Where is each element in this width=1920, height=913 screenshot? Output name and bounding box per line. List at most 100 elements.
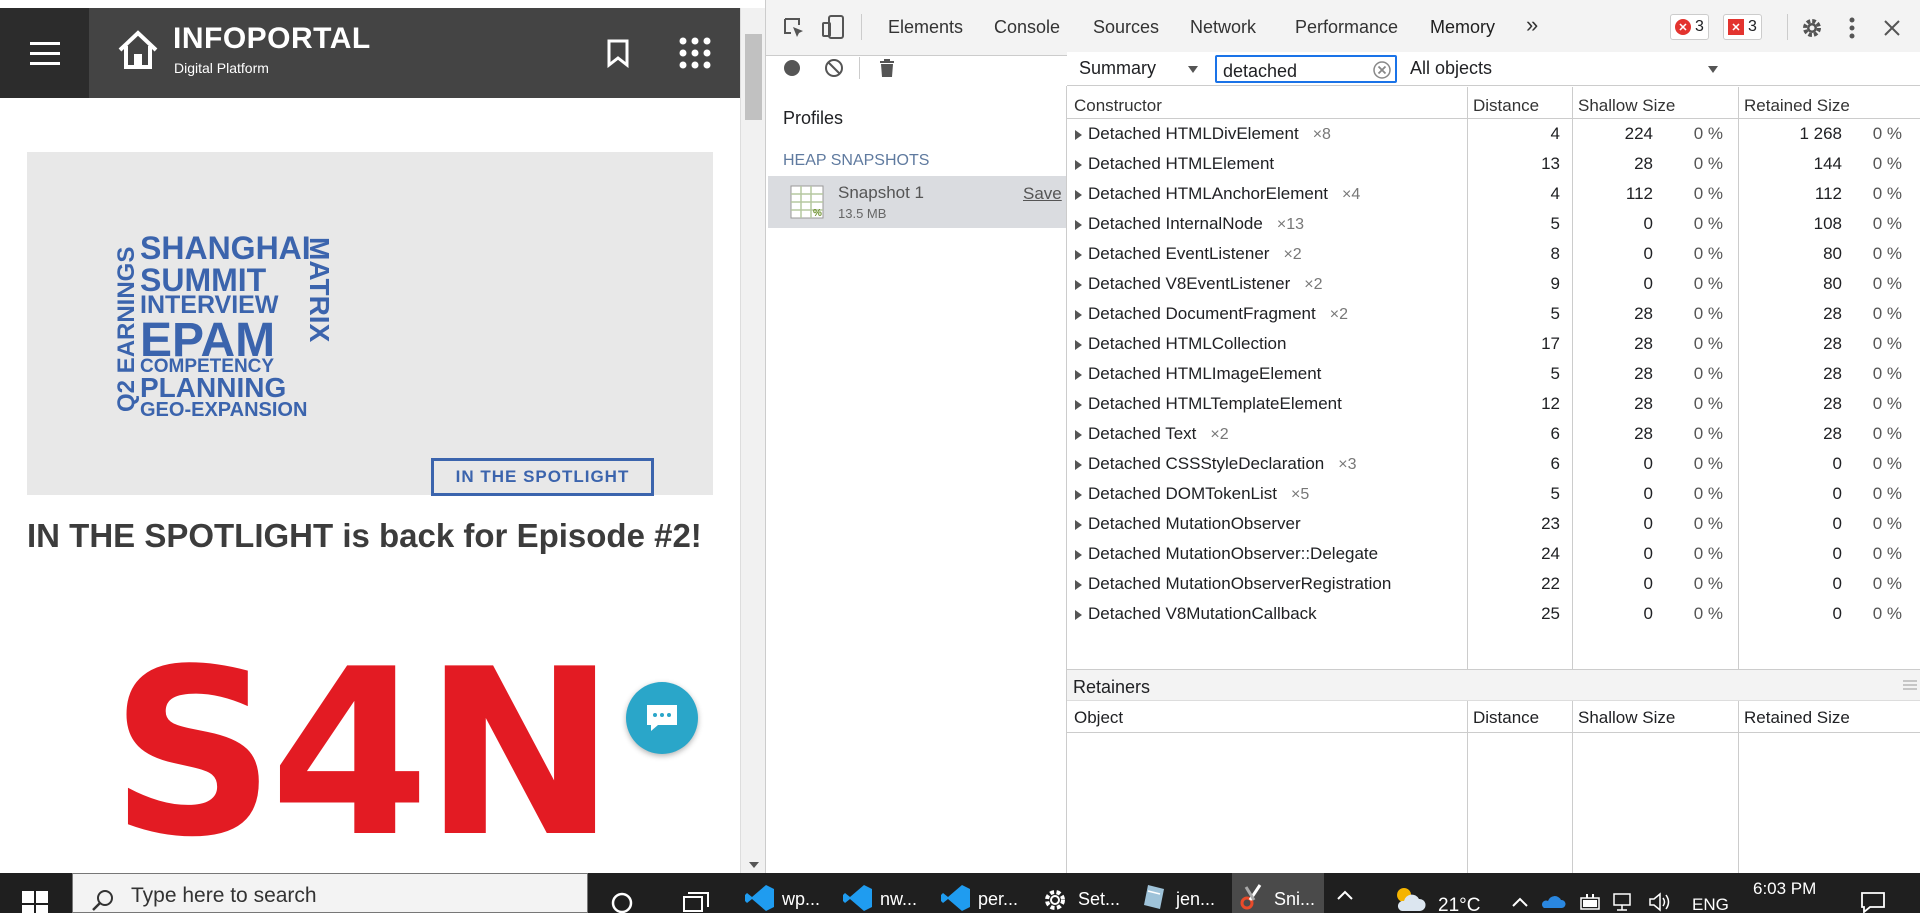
table-row[interactable]: Detached InternalNode ×13 5 0 0 % 108 0 %	[1067, 209, 1920, 239]
col-shallow-size[interactable]: Shallow Size	[1578, 96, 1675, 116]
tab-network[interactable]: Network	[1190, 17, 1256, 38]
taskbar-app-vscode[interactable]: nw...	[838, 873, 930, 913]
close-devtools-icon[interactable]	[1882, 18, 1902, 38]
view-select[interactable]: Summary	[1079, 58, 1156, 79]
expand-triangle-icon[interactable]	[1075, 550, 1082, 560]
expand-triangle-icon[interactable]	[1075, 610, 1082, 620]
scroll-down-arrow-icon[interactable]	[748, 861, 760, 869]
settings-gear-icon[interactable]	[1800, 16, 1824, 40]
tab-performance[interactable]: Performance	[1295, 17, 1398, 38]
expand-triangle-icon[interactable]	[1075, 280, 1082, 290]
error-badge[interactable]: ✕ 3	[1670, 14, 1709, 40]
record-icon[interactable]	[783, 59, 801, 77]
battery-icon[interactable]	[1580, 893, 1602, 911]
save-snapshot-link[interactable]: Save	[1023, 184, 1062, 204]
col-retained-size[interactable]: Retained Size	[1744, 96, 1850, 116]
expand-triangle-icon[interactable]	[1075, 190, 1082, 200]
input-language[interactable]: ENG	[1692, 895, 1729, 913]
col-constructor[interactable]: Constructor	[1074, 96, 1162, 116]
class-filter-input[interactable]: detached	[1215, 55, 1397, 83]
clear-filter-icon[interactable]	[1373, 61, 1391, 79]
tab-memory[interactable]: Memory	[1430, 17, 1495, 38]
table-row[interactable]: Detached EventListener ×2 8 0 0 % 80 0 %	[1067, 239, 1920, 269]
chat-button[interactable]	[626, 682, 698, 754]
expand-triangle-icon[interactable]	[1075, 130, 1082, 140]
task-view-icon[interactable]	[682, 891, 710, 913]
table-row[interactable]: Detached HTMLCollection 17 28 0 % 28 0 %	[1067, 329, 1920, 359]
tab-sources[interactable]: Sources	[1093, 17, 1159, 38]
snapshot-item[interactable]: % Snapshot 1 13.5 MB Save	[768, 176, 1066, 228]
tab-console[interactable]: Console	[994, 17, 1060, 38]
expand-triangle-icon[interactable]	[1075, 340, 1082, 350]
taskbar-app-snipping[interactable]: Sni...	[1232, 873, 1324, 913]
expand-triangle-icon[interactable]	[1075, 490, 1082, 500]
chevron-down-icon[interactable]	[1187, 65, 1199, 74]
col-shallow-size[interactable]: Shallow Size	[1578, 708, 1675, 728]
table-row[interactable]: Detached HTMLImageElement 5 28 0 % 28 0 %	[1067, 359, 1920, 389]
weather-temperature[interactable]: 21°C	[1438, 895, 1480, 913]
table-row[interactable]: Detached V8MutationCallback 25 0 0 % 0 0 %	[1067, 599, 1920, 629]
expand-triangle-icon[interactable]	[1075, 430, 1082, 440]
chevron-down-icon[interactable]	[1707, 65, 1719, 74]
device-toolbar-icon[interactable]	[820, 14, 846, 40]
taskbar-search-box[interactable]: Type here to search	[72, 873, 588, 913]
taskbar-app-vscode[interactable]: wp...	[740, 873, 832, 913]
expand-triangle-icon[interactable]	[1075, 250, 1082, 260]
show-hidden-icons-icon[interactable]	[1512, 897, 1528, 907]
onedrive-cloud-icon[interactable]	[1540, 893, 1566, 909]
bookmark-icon[interactable]	[606, 38, 630, 68]
expand-triangle-icon[interactable]	[1075, 400, 1082, 410]
table-row[interactable]: Detached Text ×2 6 28 0 % 28 0 %	[1067, 419, 1920, 449]
table-row[interactable]: Detached HTMLDivElement ×8 4 224 0 % 1 268 0 %	[1067, 119, 1920, 149]
tab-elements[interactable]: Elements	[888, 17, 963, 38]
in-the-spotlight-button[interactable]: IN THE SPOTLIGHT	[431, 458, 654, 496]
expand-triangle-icon[interactable]	[1075, 370, 1082, 380]
clear-icon[interactable]	[824, 58, 844, 78]
taskbar-app-settings[interactable]: Set...	[1036, 873, 1128, 913]
weather-cloud-icon[interactable]	[1394, 885, 1426, 913]
expand-triangle-icon[interactable]	[1075, 220, 1082, 230]
expand-triangle-icon[interactable]	[1075, 160, 1082, 170]
apps-grid-icon[interactable]	[678, 36, 712, 70]
table-row[interactable]: Detached HTMLTemplateElement 12 28 0 % 28 0 %	[1067, 389, 1920, 419]
taskbar-app-jenkins[interactable]: jen...	[1134, 873, 1226, 913]
network-icon[interactable]	[1612, 892, 1636, 912]
more-options-icon[interactable]	[1848, 16, 1856, 40]
volume-icon[interactable]	[1648, 892, 1672, 912]
scrollbar-thumb[interactable]	[745, 34, 762, 120]
table-row[interactable]: Detached MutationObserverRegistration 22 0…	[1067, 569, 1920, 599]
table-row[interactable]: Detached MutationObserver 23 0 0 % 0 0 %	[1067, 509, 1920, 539]
col-retained-size[interactable]: Retained Size	[1744, 708, 1850, 728]
windows-start-icon[interactable]	[22, 891, 48, 913]
spotlight-banner[interactable]: Q2 EARNINGS SHANGHAI SUMMIT INTERVIEW EP…	[27, 152, 713, 496]
cortana-icon[interactable]	[610, 891, 634, 913]
hamburger-menu-button[interactable]	[0, 8, 89, 98]
home-icon[interactable]	[116, 28, 160, 72]
expand-triangle-icon[interactable]	[1075, 520, 1082, 530]
page-scrollbar[interactable]	[740, 8, 765, 873]
trash-icon[interactable]	[878, 58, 896, 78]
brand-name[interactable]: INFOPORTAL	[173, 22, 371, 56]
clock-time[interactable]: 6:03 PM	[1753, 879, 1816, 899]
table-row[interactable]: Detached MutationObserver::Delegate 24 0 0 …	[1067, 539, 1920, 569]
objects-select[interactable]: All objects	[1410, 58, 1492, 79]
expand-triangle-icon[interactable]	[1075, 580, 1082, 590]
article-title[interactable]: IN THE SPOTLIGHT is back for Episode #2!	[27, 517, 702, 555]
notifications-icon[interactable]	[1860, 891, 1886, 913]
more-tabs-button[interactable]: »	[1526, 12, 1538, 38]
table-row[interactable]: Detached V8EventListener ×2 9 0 0 % 80 0 %	[1067, 269, 1920, 299]
table-row[interactable]: Detached HTMLAnchorElement ×4 4 112 0 % 112 0 …	[1067, 179, 1920, 209]
chevron-up-icon[interactable]	[1336, 889, 1354, 901]
resize-handle-icon[interactable]	[1903, 680, 1917, 690]
inspect-element-icon[interactable]	[782, 16, 806, 40]
table-row[interactable]: Detached HTMLElement 13 28 0 % 144 0 %	[1067, 149, 1920, 179]
issues-badge[interactable]: ✕ 3	[1723, 14, 1762, 40]
col-distance[interactable]: Distance	[1473, 708, 1539, 728]
table-row[interactable]: Detached DOMTokenList ×5 5 0 0 % 0 0 %	[1067, 479, 1920, 509]
expand-triangle-icon[interactable]	[1075, 310, 1082, 320]
table-row[interactable]: Detached CSSStyleDeclaration ×3 6 0 0 % 0 0 %	[1067, 449, 1920, 479]
col-object[interactable]: Object	[1074, 708, 1123, 728]
col-distance[interactable]: Distance	[1473, 96, 1539, 116]
expand-triangle-icon[interactable]	[1075, 460, 1082, 470]
taskbar-app-vscode[interactable]: per...	[936, 873, 1028, 913]
